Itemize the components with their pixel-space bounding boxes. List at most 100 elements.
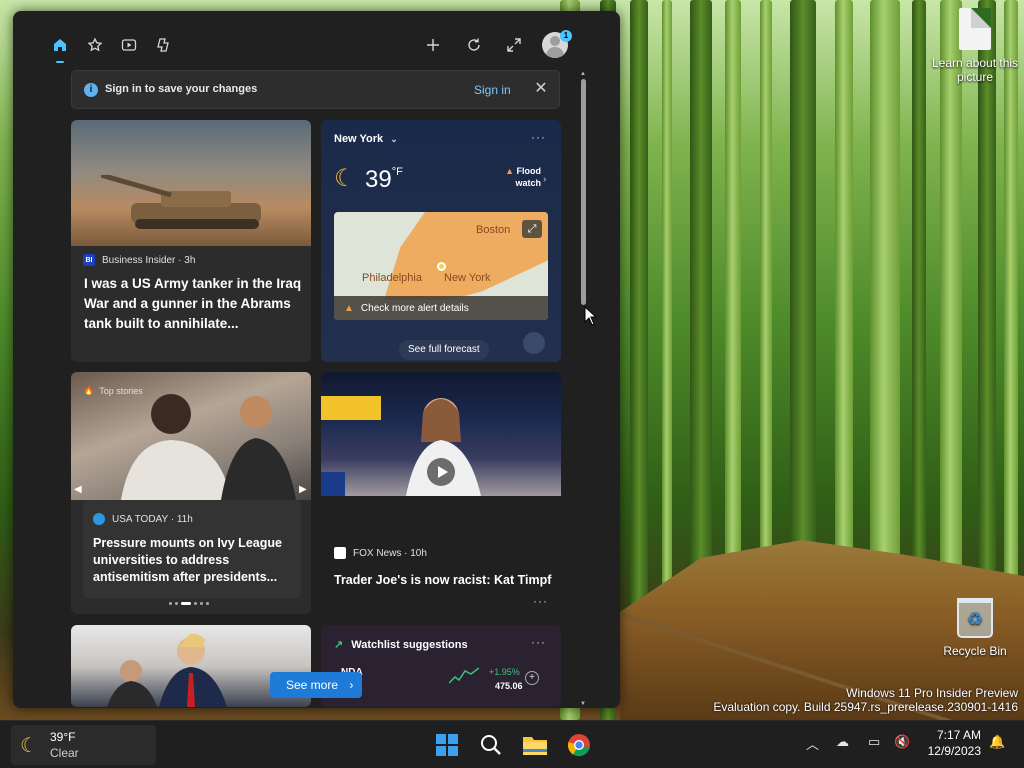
onedrive-icon[interactable]: ☁ [836, 734, 849, 750]
home-icon[interactable] [48, 33, 72, 63]
next-arrow-icon[interactable]: ▶ [299, 484, 307, 495]
desktop-icon-recycle-bin[interactable]: ♻ Recycle Bin [930, 598, 1020, 658]
clock-date: 12/9/2023 [927, 744, 981, 758]
article-source: FOX News · 10h [334, 547, 427, 559]
scrollbar[interactable]: ▲ ▼ [580, 71, 587, 707]
weather-card[interactable]: New York ⌄ ··· ☾ 39°F ▲ Flood watch › Bo… [321, 120, 561, 362]
taskbar-condition: Clear [50, 746, 79, 760]
file-explorer-icon[interactable] [519, 729, 551, 761]
scroll-up-icon[interactable]: ▲ [580, 71, 586, 77]
scrollbar-thumb[interactable] [581, 79, 586, 305]
volume-mute-icon[interactable]: 🔇 [894, 734, 910, 750]
signin-link[interactable]: Sign in [474, 83, 511, 97]
mouse-cursor [584, 306, 596, 326]
carousel-indicator[interactable] [169, 602, 209, 605]
signin-banner: i Sign in to save your changes Sign in ✕ [71, 70, 560, 109]
scroll-down-icon[interactable]: ▼ [580, 701, 586, 707]
alert-details-link: Check more alert details [360, 302, 469, 314]
taskbar-temperature: 39°F [50, 730, 76, 744]
article-image [71, 120, 311, 246]
stock-price: 475.06 [495, 681, 523, 691]
article-source: BI Business Insider · 3h [83, 254, 195, 266]
expand-map-icon[interactable]: ⤢ [522, 220, 542, 238]
discover-icon[interactable] [152, 33, 176, 57]
watchlist-header: ↗ Watchlist suggestions [334, 638, 468, 651]
map-city-label: Boston [476, 224, 511, 236]
warning-icon: ▲ [505, 166, 514, 176]
weather-location[interactable]: New York ⌄ [334, 133, 398, 145]
temperature-unit: °F [391, 166, 403, 178]
desktop-icon-label: Recycle Bin [943, 644, 1007, 658]
refresh-icon[interactable] [462, 33, 486, 57]
expand-icon[interactable] [502, 33, 526, 57]
network-icon[interactable]: ▭ [868, 734, 880, 750]
see-more-label: See more [286, 678, 339, 692]
flood-watch-alert[interactable]: ▲ Flood watch [497, 165, 541, 189]
more-options-icon[interactable]: ··· [531, 635, 546, 649]
search-icon[interactable] [475, 729, 507, 761]
play-button[interactable] [427, 458, 455, 486]
desktop-icon-learn-about-picture[interactable]: Learn about this picture [930, 8, 1020, 84]
source-label: FOX News · 10h [353, 547, 427, 559]
previous-arrow-icon[interactable]: ◀ [74, 484, 82, 495]
article-headline[interactable]: Pressure mounts on Ivy League universiti… [93, 535, 293, 586]
moon-icon: ☾ [334, 165, 356, 192]
map-city-label: New York [444, 272, 491, 284]
see-full-forecast-button[interactable]: See full forecast [399, 340, 489, 360]
plus-icon[interactable] [421, 33, 445, 57]
article-headline[interactable]: Trader Joe's is now racist: Kat Timpf [334, 570, 554, 590]
fire-icon: 🔥 [83, 385, 95, 395]
location-marker [437, 262, 446, 271]
news-card-fox[interactable]: FOX News · 10h Trader Joe's is now racis… [321, 372, 561, 614]
fox-news-logo [334, 547, 346, 559]
weather-provider-icon [523, 332, 545, 354]
more-options-icon[interactable]: ··· [531, 130, 546, 144]
map-city-label: Philadelphia [362, 272, 422, 284]
watermark-line: Evaluation copy. Build 25947.rs_prerelea… [713, 700, 1018, 714]
article-source: USA TODAY · 11h [93, 513, 193, 525]
stock-change: +1.95% [489, 667, 520, 677]
video-icon[interactable] [117, 33, 141, 57]
clock-time: 7:17 AM [936, 728, 981, 742]
notification-bell-icon[interactable]: 🔔 [989, 734, 1005, 750]
business-insider-logo: BI [83, 254, 95, 266]
recycle-bin-icon: ♻ [957, 598, 993, 638]
chrome-icon[interactable] [563, 729, 595, 761]
windows-start-icon[interactable] [431, 729, 463, 761]
alert-label: Flood watch [515, 166, 541, 188]
show-hidden-icons-chevron[interactable]: ︿ [806, 734, 819, 753]
watermark-line: Windows 11 Pro Insider Preview [846, 686, 1018, 700]
signin-message: Sign in to save your changes [105, 83, 258, 95]
source-label: USA TODAY · 11h [112, 513, 193, 525]
chevron-down-icon: ⌄ [390, 134, 398, 144]
section-label: Top stories [99, 385, 143, 396]
add-to-watchlist-icon[interactable]: + [525, 671, 539, 685]
alert-details-bar[interactable]: ▲ Check more alert details [334, 296, 548, 320]
trending-icon: ↗ [334, 639, 344, 651]
moon-icon: ☾ [20, 735, 38, 757]
news-card-tank[interactable]: BI Business Insider · 3h I was a US Army… [71, 120, 311, 362]
taskbar: ☾ 39°F Clear ︿ ☁ ▭ 🔇 7:17 AM 12/9/2023 🔔 [0, 720, 1024, 768]
widgets-toolbar: 1 [13, 11, 620, 71]
tank-image [101, 175, 261, 229]
widgets-panel: 1 i Sign in to save your changes Sign in… [13, 11, 620, 708]
watchlist-title: Watchlist suggestions [351, 639, 468, 651]
weather-alert-map[interactable]: Boston Philadelphia New York ⤢ ▲ Check m… [334, 212, 548, 320]
article-headline[interactable]: I was a US Army tanker in the Iraq War a… [84, 274, 304, 334]
star-sparkle-icon[interactable] [83, 33, 107, 57]
more-options-icon[interactable]: ··· [533, 594, 548, 608]
document-icon [959, 8, 991, 50]
location-label: New York [334, 133, 384, 145]
chevron-right-icon: › [543, 174, 547, 185]
desktop-icon-label: Learn about this picture [931, 56, 1019, 84]
top-stories-card[interactable]: 🔥 Top stories ◀ ▶ USA TODAY · 11h Pressu… [71, 372, 311, 614]
see-more-button[interactable]: See more › [270, 672, 362, 698]
notification-badge: 1 [560, 30, 572, 42]
close-icon[interactable]: ✕ [532, 80, 550, 98]
windows-watermark: Windows 11 Pro Insider Preview Evaluatio… [713, 686, 1018, 714]
top-stories-label: 🔥 Top stories [83, 385, 143, 396]
warning-icon: ▲ [344, 302, 354, 314]
taskbar-clock[interactable]: 7:17 AM 12/9/2023 [921, 727, 981, 759]
taskbar-weather-widget[interactable]: ☾ 39°F Clear [11, 725, 156, 765]
temperature-value: 39°F [365, 166, 403, 194]
